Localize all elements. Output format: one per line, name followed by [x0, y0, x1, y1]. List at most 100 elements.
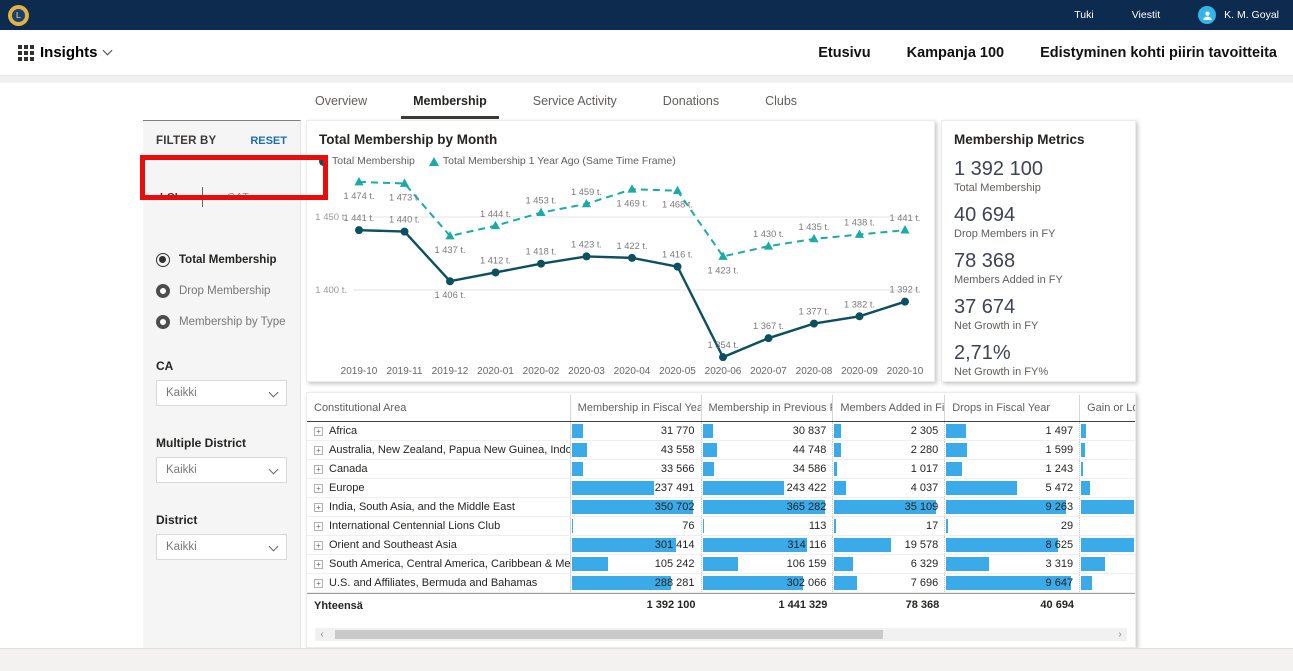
ca-select[interactable]: Kaikki [156, 380, 287, 406]
district-select[interactable]: Kaikki [156, 534, 287, 560]
expand-row-icon[interactable]: + [314, 541, 323, 550]
value-cell: 288 281 [571, 574, 702, 592]
chart-legend: Total Membership Total Membership 1 Year … [319, 155, 934, 167]
gain-loss-cell [1080, 498, 1135, 516]
svg-text:1 406 t.: 1 406 t. [434, 290, 465, 300]
table-row[interactable]: +Canada33 56634 5861 0171 243 [307, 460, 1135, 479]
horizontal-scrollbar[interactable]: ‹ › [315, 628, 1127, 641]
radio-label: Total Membership [179, 254, 277, 266]
svg-text:2019-12: 2019-12 [432, 366, 469, 377]
value-cell: 7 696 [833, 574, 945, 592]
cell-value: 113 [809, 520, 827, 532]
value-cell: 106 159 [702, 555, 834, 573]
cell-value: 33 566 [661, 463, 695, 475]
data-bar [572, 519, 574, 533]
tab-overview[interactable]: Overview [303, 85, 379, 119]
column-header-members-added-in-fiscal-year[interactable]: Members Added in Fiscal Year [833, 395, 945, 421]
expand-row-icon[interactable]: + [314, 446, 323, 455]
table-row[interactable]: +South America, Central America, Caribbe… [307, 555, 1135, 574]
value-cell: 33 566 [571, 460, 702, 478]
radio-membership-by-type[interactable]: Membership by Type [156, 315, 287, 329]
nav-viestit[interactable]: Viestit [1132, 9, 1160, 21]
nav-link-etusivu[interactable]: Etusivu [818, 45, 870, 61]
row-name-cell: +Australia, New Zealand, Papua New Guine… [307, 441, 571, 459]
table-row[interactable]: +India, South Asia, and the Middle East3… [307, 498, 1135, 517]
data-bar [946, 557, 989, 571]
lions-logo-icon[interactable]: L [8, 5, 29, 26]
lci-gat-toggle: LCI GAT [160, 187, 287, 207]
table-header-row: Constitutional AreaMembership in Fiscal … [307, 395, 1135, 422]
metrics-title: Membership Metrics [954, 132, 1135, 147]
total-value: 1 392 100 [647, 599, 696, 611]
radio-drop-membership[interactable]: Drop Membership [156, 284, 287, 298]
cell-value: 243 422 [787, 482, 827, 494]
toggle-option-gat[interactable]: GAT [227, 191, 249, 203]
metric-value: 2,71% [954, 341, 1135, 365]
district-filter: DistrictKaikki [156, 513, 287, 560]
table-row[interactable]: +U.S. and Affiliates, Bermuda and Bahama… [307, 574, 1135, 593]
table-row[interactable]: +Australia, New Zealand, Papua New Guine… [307, 441, 1135, 460]
selected-value: Kaikki [166, 541, 197, 553]
selected-value: Kaikki [166, 387, 197, 399]
expand-row-icon[interactable]: + [314, 522, 323, 531]
cell-value: 29 [1061, 520, 1073, 532]
scroll-right-arrow-icon[interactable]: › [1113, 628, 1127, 641]
table-row[interactable]: +Orient and Southeast Asia301 414314 116… [307, 536, 1135, 555]
svg-text:1 437 t.: 1 437 t. [434, 245, 465, 255]
cell-value: 106 159 [787, 558, 827, 570]
data-bar [703, 462, 715, 476]
table-row[interactable]: +International Centennial Lions Club7611… [307, 517, 1135, 536]
cell-value: 44 748 [793, 444, 827, 456]
radio-total-membership[interactable]: Total Membership [156, 253, 287, 267]
metric-value: 37 674 [954, 295, 1135, 319]
data-bar [703, 481, 784, 495]
nav-link-kampanja-100[interactable]: Kampanja 100 [907, 45, 1005, 61]
expand-row-icon[interactable]: + [314, 579, 323, 588]
multiple-district-select[interactable]: Kaikki [156, 457, 287, 483]
report-tabs: Overview Membership Service Activity Donati… [292, 85, 820, 119]
svg-text:1 453 t.: 1 453 t. [525, 196, 556, 206]
column-header-gain-or-loss[interactable]: Gain or Loss [1080, 395, 1135, 421]
legend-label: Total Membership 1 Year Ago (Same Time F… [443, 155, 676, 167]
value-cell: 3 319 [945, 555, 1080, 573]
reset-button[interactable]: RESET [250, 135, 287, 147]
tab-clubs[interactable]: Clubs [753, 85, 809, 119]
nav-link-edistyminen-kohti-piirin-tavoitteita[interactable]: Edistyminen kohti piirin tavoitteita [1040, 45, 1277, 61]
legend-total-membership: Total Membership [319, 155, 415, 167]
toggle-option-lci[interactable]: LCI [160, 191, 178, 203]
membership-line-chart[interactable]: 1 450 t.1 400 t.2019-102019-112019-12202… [307, 167, 932, 382]
expand-row-icon[interactable]: + [314, 560, 323, 569]
tab-service-activity[interactable]: Service Activity [521, 85, 629, 119]
expand-row-icon[interactable]: + [314, 503, 323, 512]
table-row[interactable]: +Africa31 77030 8372 3051 497 [307, 422, 1135, 441]
data-bar [703, 443, 718, 457]
scrollbar-thumb[interactable] [335, 630, 883, 639]
column-header-constitutional-area[interactable]: Constitutional Area [307, 395, 571, 421]
tab-membership[interactable]: Membership [401, 85, 499, 119]
insights-app-menu[interactable]: Insights [18, 44, 111, 61]
expand-row-icon[interactable]: + [314, 427, 323, 436]
value-cell: 35 109 [833, 498, 945, 516]
svg-text:1 412 t.: 1 412 t. [480, 255, 511, 265]
table-row[interactable]: +Europe237 491243 4224 0375 472 [307, 479, 1135, 498]
value-cell: 301 414 [571, 536, 702, 554]
column-header-membership-in-fiscal-year[interactable]: Membership in Fiscal Year [571, 395, 702, 421]
row-name-cell: +South America, Central America, Caribbe… [307, 555, 571, 573]
total-membership-chart-card: Total Membership by Month Total Membersh… [306, 120, 935, 382]
expand-row-icon[interactable]: + [314, 465, 323, 474]
cell-value: 302 066 [787, 577, 827, 589]
data-bar [572, 443, 587, 457]
column-header-membership-in-previous-fiscal-year[interactable]: Membership in Previous Fiscal Year [702, 395, 834, 421]
svg-text:1 474 t.: 1 474 t. [343, 191, 374, 201]
tab-donations[interactable]: Donations [651, 85, 731, 119]
cell-value: 365 282 [787, 501, 827, 513]
scroll-left-arrow-icon[interactable]: ‹ [315, 628, 329, 641]
data-bar [572, 424, 583, 438]
column-header-drops-in-fiscal-year[interactable]: Drops in Fiscal Year [945, 395, 1080, 421]
user-menu[interactable]: K. M. Goyal [1198, 6, 1279, 24]
cell-value: 6 329 [911, 558, 939, 570]
data-bar [834, 443, 841, 457]
expand-row-icon[interactable]: + [314, 484, 323, 493]
nav-tuki[interactable]: Tuki [1074, 9, 1093, 21]
cell-value: 237 491 [655, 482, 695, 494]
